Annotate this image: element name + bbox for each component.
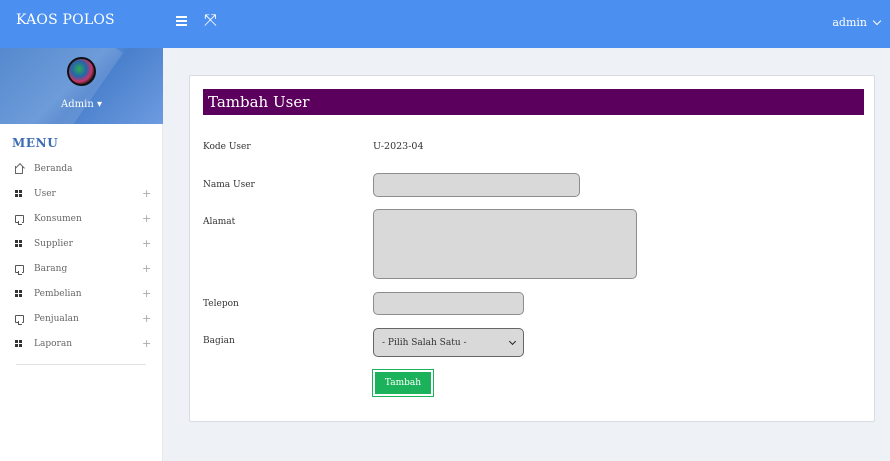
sidebar-item-label: Barang <box>34 263 68 274</box>
avatar <box>67 57 96 86</box>
page-title: Tambah User <box>203 89 864 115</box>
expand-plus-icon[interactable]: + <box>142 287 151 300</box>
expand-plus-icon[interactable]: + <box>142 212 151 225</box>
sidebar-item-label: Laporan <box>34 338 72 349</box>
expand-plus-icon[interactable]: + <box>142 312 151 325</box>
sidebar-item-label: Pembelian <box>34 288 82 299</box>
bagian-select[interactable]: - Pilih Salah Satu - <box>373 328 524 357</box>
chat-icon <box>14 214 24 225</box>
nama-user-label: Nama User <box>203 180 255 190</box>
sidebar-item-barang[interactable]: Barang + <box>0 256 162 281</box>
menu-heading: MENU <box>12 136 59 150</box>
menu-divider <box>16 364 146 365</box>
form-card: Tambah User Kode User U-2023-04 Nama Use… <box>189 75 875 422</box>
expand-plus-icon[interactable]: + <box>142 262 151 275</box>
sidebar-item-label: Supplier <box>34 238 73 249</box>
alamat-textarea[interactable] <box>373 209 637 279</box>
tambah-submit-button[interactable]: Tambah <box>372 369 434 397</box>
sidebar-profile: Admin ▾ <box>0 48 163 124</box>
kode-user-label: Kode User <box>203 142 251 152</box>
home-icon <box>14 164 24 174</box>
chevron-down-icon <box>872 16 882 26</box>
sidebar-item-beranda[interactable]: Beranda <box>0 156 162 181</box>
sidebar-item-user[interactable]: User + <box>0 181 162 206</box>
profile-name: Admin <box>61 99 94 110</box>
main-content: Tambah User Kode User U-2023-04 Nama Use… <box>163 48 890 461</box>
user-name: admin <box>832 16 867 29</box>
profile-dropdown[interactable]: Admin ▾ <box>0 99 163 110</box>
sidebar-menu: Beranda User + Konsumen + Supplier + Barang + Pem… <box>0 156 162 356</box>
sidebar-item-label: Konsumen <box>34 213 82 224</box>
sidebar-item-penjualan[interactable]: Penjualan + <box>0 306 162 331</box>
sidebar-item-pembelian[interactable]: Pembelian + <box>0 281 162 306</box>
expand-plus-icon[interactable]: + <box>142 187 151 200</box>
alamat-label: Alamat <box>203 217 236 227</box>
grid-icon <box>14 239 24 248</box>
sidebar-item-label: Beranda <box>34 163 73 174</box>
kode-user-value: U-2023-04 <box>373 141 424 152</box>
nama-user-input[interactable] <box>373 173 580 197</box>
grid-icon <box>14 339 24 348</box>
user-dropdown[interactable]: admin <box>832 16 882 29</box>
sidebar: Admin ▾ MENU Beranda User + Konsumen + Suppli… <box>0 48 163 461</box>
bagian-selected-value: - Pilih Salah Satu - <box>382 337 467 348</box>
telepon-input[interactable] <box>373 292 524 315</box>
brand-logo-text[interactable]: KAOS POLOS <box>16 12 115 28</box>
hamburger-menu-icon[interactable] <box>176 14 190 28</box>
sidebar-item-laporan[interactable]: Laporan + <box>0 331 162 356</box>
sidebar-item-label: User <box>34 188 56 199</box>
bagian-label: Bagian <box>203 336 235 346</box>
grid-icon <box>14 289 24 298</box>
sidebar-item-label: Penjualan <box>34 313 79 324</box>
expand-plus-icon[interactable]: + <box>142 337 151 350</box>
sidebar-item-supplier[interactable]: Supplier + <box>0 231 162 256</box>
expand-plus-icon[interactable]: + <box>142 237 151 250</box>
telepon-label: Telepon <box>203 299 239 309</box>
grid-icon <box>14 189 24 198</box>
chevron-down-icon <box>508 337 517 345</box>
chat-icon <box>14 314 24 325</box>
fullscreen-toggle-icon[interactable]: ⤧ <box>204 12 217 28</box>
top-navbar: KAOS POLOS ⤧ admin <box>0 0 890 48</box>
chat-icon <box>14 264 24 275</box>
sidebar-item-konsumen[interactable]: Konsumen + <box>0 206 162 231</box>
